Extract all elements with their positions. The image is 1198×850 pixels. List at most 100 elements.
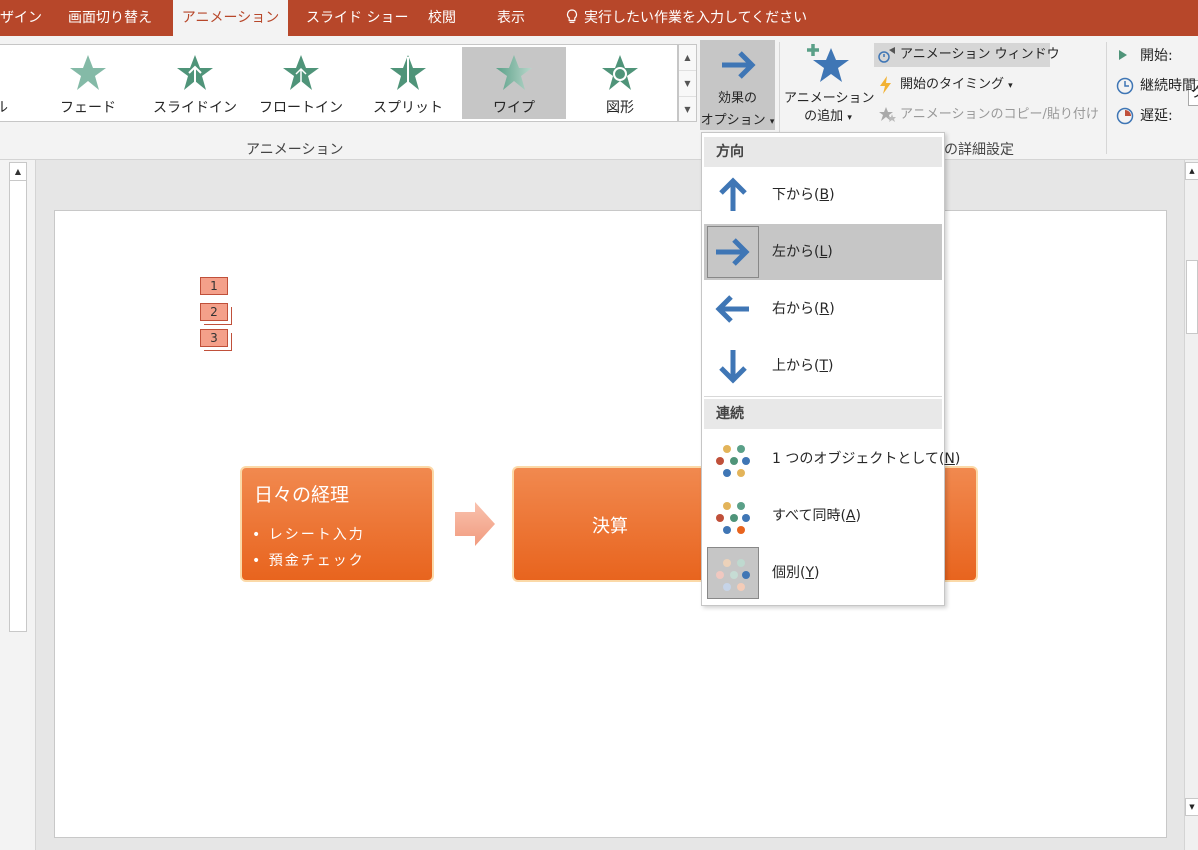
group-label-advanced: の詳細設定 [944, 142, 1014, 158]
add-animation-star-icon [807, 44, 849, 82]
menu-item-label: 下から(B) [772, 187, 835, 203]
menu-item-from-left[interactable]: 左から(L) [704, 224, 942, 280]
gallery-scroll-up-button[interactable]: ▲ [679, 45, 696, 71]
effect-options-arrow-icon [721, 51, 756, 79]
effect-options-label-2: オプション ▾ [700, 113, 775, 128]
gallery-scroll: ▲ ▼ ▼ [678, 44, 697, 122]
timing-duration: 継続時間 [1116, 74, 1196, 98]
menu-icon-frame [707, 433, 759, 485]
floatin-star-icon [283, 55, 319, 90]
gallery-item-label: 図形 [606, 100, 634, 116]
effect-options-button[interactable]: 効果の オプション ▾ [700, 40, 775, 130]
ribbon-panel: ル フェード スライドイン フロートイン スプリット ワイプ 図形 ▲ ▼ ▼ [0, 36, 1198, 160]
add-animation-label-2: の追加 ▾ [804, 109, 852, 124]
scroll-up-button[interactable]: ▲ [10, 163, 26, 181]
tab-design[interactable]: ザイン [0, 0, 42, 36]
add-animation-label-1: アニメーション [784, 91, 875, 106]
menu-item-label: 右から(R) [772, 301, 835, 317]
gallery-more-button[interactable]: ▼ [679, 97, 696, 123]
gallery-item-label: フロートイン [259, 100, 343, 116]
menu-item-from-top[interactable]: 上から(T) [704, 338, 942, 394]
thumbnail-pane: ▲ [0, 160, 36, 850]
slidein-star-icon [177, 55, 213, 90]
animation-pane-label: アニメーション ウィンドウ [900, 47, 1060, 62]
trigger-button[interactable]: 開始のタイミング ▾ [874, 73, 1013, 97]
animation-painter-button: アニメーションのコピー/貼り付け [874, 103, 1099, 127]
gallery-item-shape[interactable]: 図形 [568, 47, 672, 119]
by-paragraph-icon [716, 559, 750, 591]
delay-clock-icon [1116, 107, 1134, 125]
tab-view[interactable]: 表示 [497, 0, 525, 36]
gallery-scroll-down-button[interactable]: ▼ [679, 71, 696, 97]
effect-options-menu: 方向 下から(B) 左から(L) 右から(R) 上から(T) 連続 1 つのオブ… [701, 132, 960, 606]
trigger-caret: ▾ [1008, 81, 1013, 91]
menu-item-label: 上から(T) [772, 358, 834, 374]
scroll-down-button[interactable]: ▼ [1185, 798, 1198, 816]
menu-item-label: 左から(L) [772, 244, 833, 260]
tab-transitions[interactable]: 画面切り替え [68, 0, 152, 36]
thumbnail-scrollbar[interactable]: ▲ [9, 162, 27, 632]
scroll-up-button[interactable]: ▲ [1185, 162, 1198, 180]
menu-item-from-right[interactable]: 右から(R) [704, 281, 942, 337]
gallery-item-label: ル [0, 100, 8, 116]
animation-painter-label: アニメーションのコピー/貼り付け [900, 107, 1099, 122]
timing-start-label: 開始: [1140, 48, 1173, 64]
animation-pane-icon [878, 47, 895, 63]
arrow-left-icon [715, 295, 749, 323]
box-title: 決算 [592, 516, 628, 537]
gallery-item-fade[interactable]: フェード [36, 47, 140, 119]
gallery-item-split[interactable]: スプリット [356, 47, 460, 119]
play-icon [1119, 50, 1127, 60]
smartart-box-daily-accounting[interactable]: 日々の経理 • レシート入力 • 預金チェック [240, 466, 434, 582]
split-star-icon [390, 55, 426, 90]
menu-header-direction: 方向 [704, 137, 942, 167]
animation-pane-button[interactable]: アニメーション ウィンドウ [874, 43, 1060, 67]
gallery-item-floatin[interactable]: フロートイン [249, 47, 353, 119]
ribbon-tab-bar: ザイン 画面切り替え アニメーション スライド ショー 校閲 表示 実行したい作… [0, 0, 1198, 36]
animation-tag-2[interactable]: 2 [200, 303, 228, 321]
menu-icon-frame [707, 547, 759, 599]
menu-item-by-paragraph[interactable]: 個別(Y) [704, 545, 942, 601]
animation-gallery: ル フェード スライドイン フロートイン スプリット ワイプ 図形 [0, 44, 678, 122]
menu-item-label: すべて同時(A) [772, 508, 861, 524]
arrow-up-icon [719, 177, 747, 211]
menu-item-as-one-object[interactable]: 1 つのオブジェクトとして(N) [704, 431, 960, 487]
menu-icon-frame [707, 226, 759, 278]
tab-slideshow[interactable]: スライド ショー [306, 0, 408, 36]
gallery-item-wipe[interactable]: ワイプ [462, 47, 566, 119]
lightbulb-icon [566, 9, 578, 23]
wipe-star-icon [496, 55, 532, 90]
scroll-thumb[interactable] [1186, 260, 1198, 334]
menu-item-all-at-once[interactable]: すべて同時(A) [704, 488, 942, 544]
smartart-box-closing[interactable]: 決算 [512, 466, 712, 582]
gallery-item-label: スライドイン [153, 100, 237, 116]
animation-tag-1[interactable]: 1 [200, 277, 228, 295]
gallery-item-label: ワイプ [493, 100, 535, 116]
as-one-object-icon [716, 445, 750, 477]
menu-icon-frame [707, 283, 759, 335]
box-bullet: • 預金チェック [252, 553, 365, 569]
tell-me-box[interactable]: 実行したい作業を入力してください [566, 0, 807, 36]
add-animation-button[interactable]: アニメーション の追加 ▾ [784, 42, 875, 132]
smartart-arrow-shape[interactable] [453, 500, 497, 548]
box-bullet: • レシート入力 [252, 527, 365, 543]
gallery-item-partial[interactable]: ル [0, 47, 14, 119]
vertical-scrollbar[interactable]: ▲ ▼ [1184, 160, 1198, 850]
menu-item-label: 個別(Y) [772, 565, 820, 581]
tab-review[interactable]: 校閲 [428, 0, 456, 36]
tab-animations[interactable]: アニメーション [173, 0, 288, 36]
menu-separator [704, 396, 942, 397]
clock-icon [1116, 77, 1134, 95]
gallery-item-slidein[interactable]: スライドイン [143, 47, 247, 119]
menu-icon-frame [707, 340, 759, 392]
shape-star-icon [602, 55, 638, 90]
menu-item-from-bottom[interactable]: 下から(B) [704, 167, 942, 223]
menu-icon-frame [707, 490, 759, 542]
animation-tag-3[interactable]: 3 [200, 329, 228, 347]
effect-options-label-1: 効果の [717, 91, 757, 106]
gallery-item-label: スプリット [373, 100, 443, 116]
group-label-animation: アニメーション [246, 142, 344, 158]
fade-star-icon [70, 55, 106, 90]
animation-painter-icon [879, 107, 896, 122]
timing-start: 開始: [1116, 44, 1173, 68]
